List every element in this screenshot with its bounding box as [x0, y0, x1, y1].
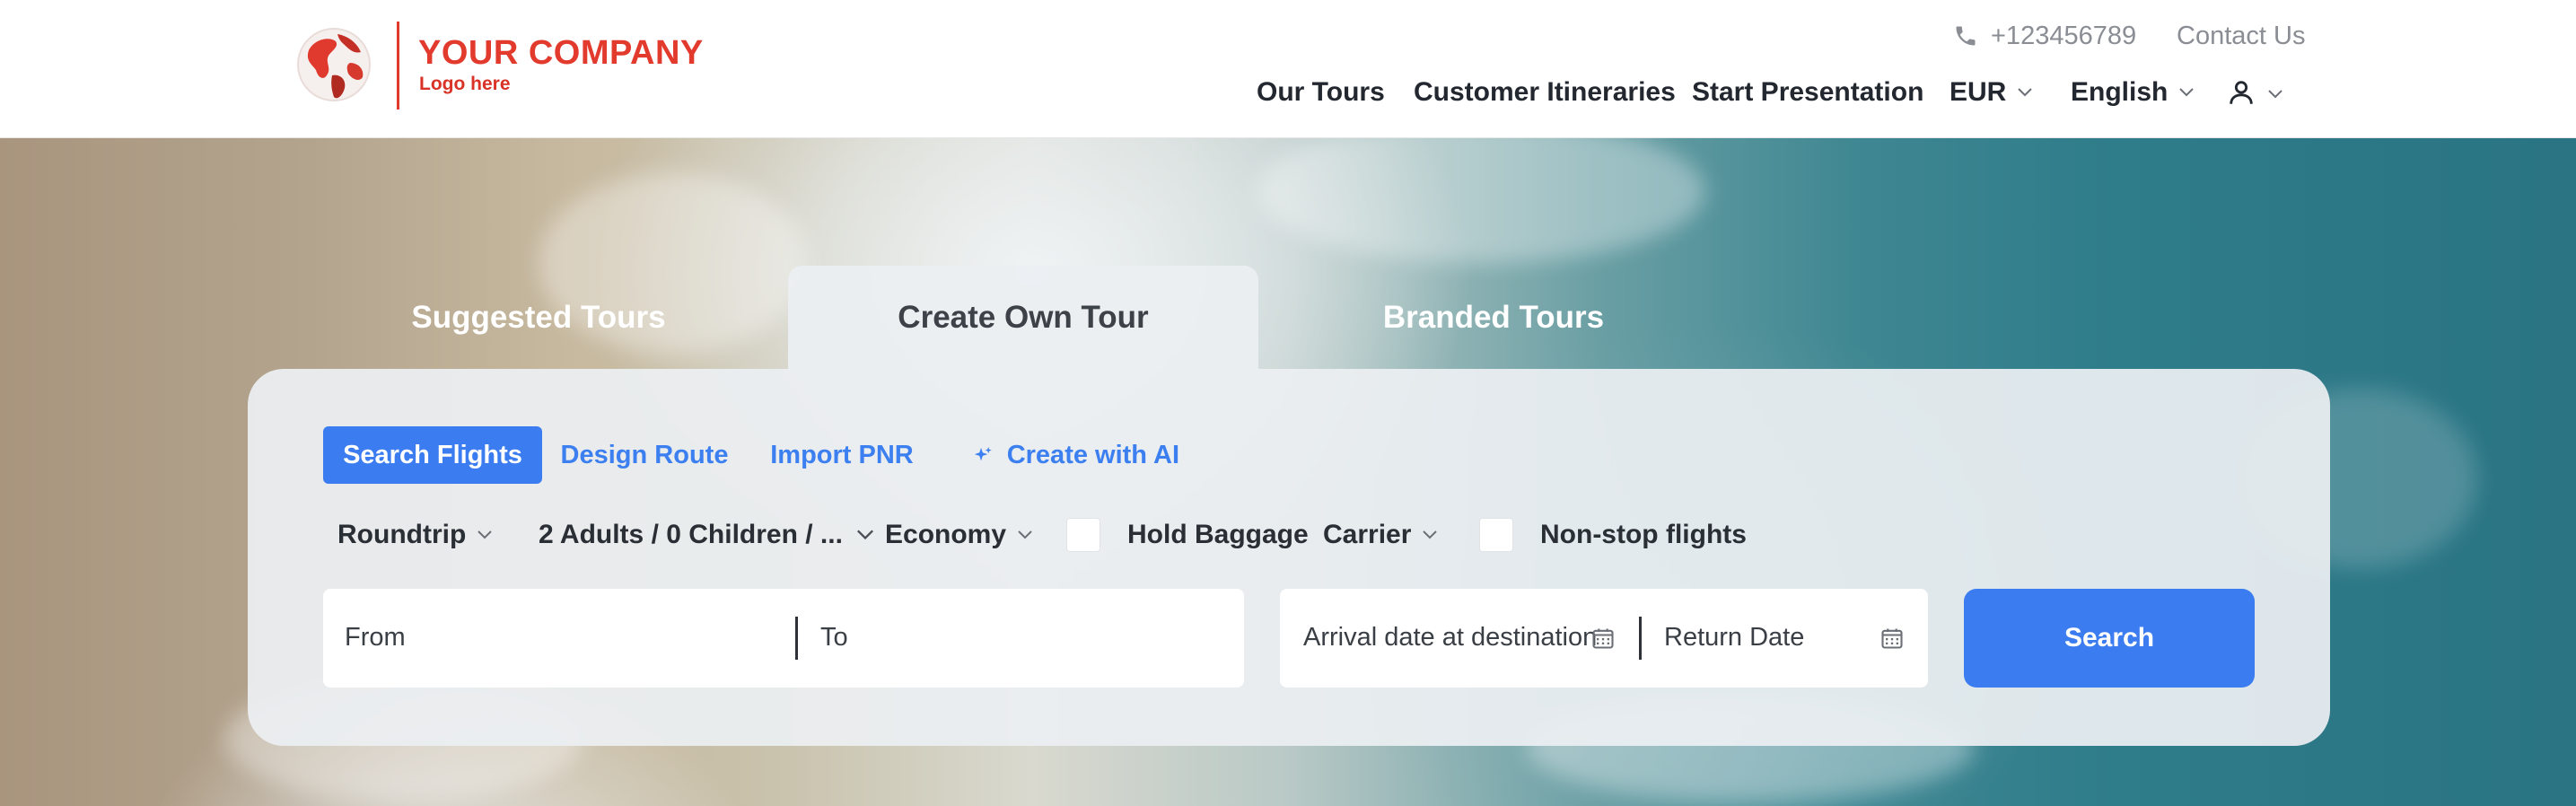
- wave-foam: [1257, 137, 1705, 263]
- field-divider: [1639, 617, 1642, 660]
- subtab-import-pnr[interactable]: Import PNR: [765, 426, 919, 484]
- chevron-down-icon: [856, 530, 873, 540]
- carrier-label: Carrier: [1323, 520, 1412, 549]
- phone-icon: [1956, 26, 1976, 46]
- chevron-down-icon: [1018, 530, 1032, 539]
- hold-baggage-checkbox[interactable]: [1066, 518, 1100, 552]
- chevron-down-icon: [2018, 88, 2033, 97]
- return-date-input[interactable]: Return Date: [1664, 623, 1804, 653]
- carrier-selector[interactable]: Carrier: [1323, 517, 1438, 553]
- currency-label: EUR: [1950, 77, 2007, 107]
- tab-branded-tours[interactable]: Branded Tours: [1345, 266, 1643, 370]
- nonstop-label: Non-stop flights: [1540, 520, 1747, 549]
- passengers-selector[interactable]: 2 Adults / 0 Children / ...: [539, 517, 875, 553]
- field-divider: [795, 617, 798, 660]
- sparkle-icon: [974, 446, 992, 461]
- tab-suggested-tours[interactable]: Suggested Tours: [375, 266, 702, 370]
- hold-baggage-label: Hold Baggage: [1127, 520, 1309, 549]
- trip-type-selector[interactable]: Roundtrip: [337, 517, 493, 553]
- currency-selector[interactable]: EUR: [1950, 77, 2033, 108]
- chevron-down-icon: [2179, 88, 2195, 97]
- nonstop-checkbox[interactable]: [1479, 518, 1513, 552]
- arrival-date-input[interactable]: Arrival date at destination: [1303, 623, 1597, 653]
- contact-us-link[interactable]: Contact Us: [2177, 22, 2305, 51]
- calendar-icon[interactable]: [1879, 626, 1905, 651]
- cabin-class-label: Economy: [885, 520, 1007, 549]
- subtab-search-flights[interactable]: Search Flights: [323, 426, 542, 484]
- passengers-label: 2 Adults / 0 Children / ...: [539, 520, 843, 549]
- cabin-class-selector[interactable]: Economy: [885, 517, 1033, 553]
- subtab-design-route[interactable]: Design Route: [556, 426, 732, 484]
- nonstop-option[interactable]: Non-stop flights: [1479, 517, 1747, 553]
- chevron-down-icon: [1423, 530, 1438, 539]
- company-name[interactable]: YOUR COMPANY: [418, 34, 704, 73]
- nav-customer-itineraries[interactable]: Customer Itineraries: [1414, 77, 1676, 108]
- create-with-ai-label: Create with AI: [1006, 440, 1179, 469]
- nav-our-tours[interactable]: Our Tours: [1257, 77, 1385, 108]
- search-panel: [248, 369, 2330, 746]
- top-header: YOUR COMPANY Logo here +123456789 Contac…: [0, 0, 2576, 138]
- nav-start-presentation[interactable]: Start Presentation: [1692, 77, 1923, 108]
- search-button[interactable]: Search: [1964, 589, 2255, 688]
- user-icon[interactable]: [2226, 77, 2256, 108]
- phone-number[interactable]: +123456789: [1991, 22, 2136, 51]
- globe-logo-icon[interactable]: [293, 23, 375, 106]
- hold-baggage-option[interactable]: Hold Baggage: [1066, 517, 1309, 553]
- company-subtitle: Logo here: [419, 74, 511, 94]
- language-selector[interactable]: English: [2071, 77, 2195, 108]
- trip-type-label: Roundtrip: [337, 520, 467, 549]
- from-to-field: [323, 589, 1244, 688]
- tab-create-own-tour[interactable]: Create Own Tour: [788, 266, 1258, 370]
- chevron-down-icon[interactable]: [2267, 89, 2283, 100]
- subtab-create-with-ai[interactable]: Create with AI: [973, 426, 1179, 484]
- to-input[interactable]: To: [820, 623, 848, 653]
- calendar-icon[interactable]: [1590, 626, 1616, 651]
- language-label: English: [2071, 77, 2169, 107]
- logo-divider: [397, 22, 399, 110]
- from-input[interactable]: From: [345, 623, 406, 653]
- chevron-down-icon: [478, 530, 493, 539]
